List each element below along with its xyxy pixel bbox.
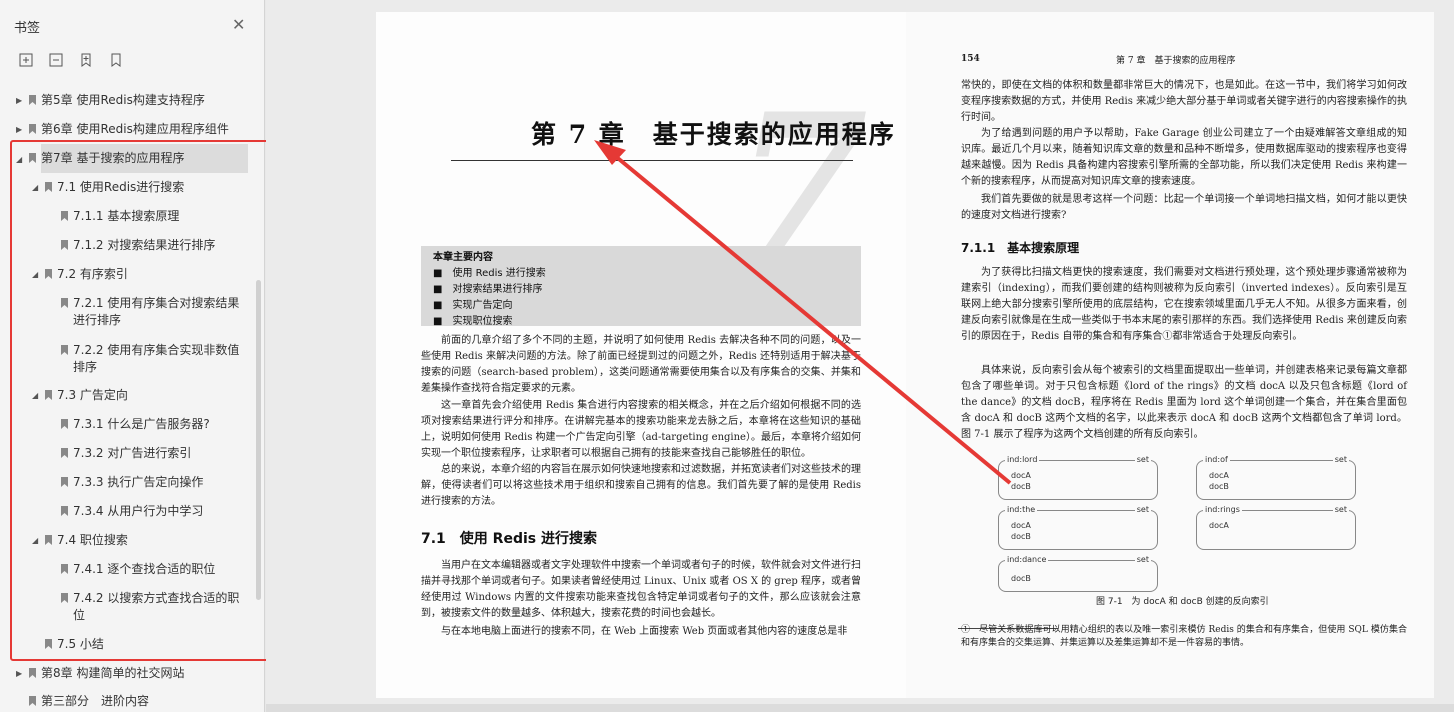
close-icon[interactable]: ✕ xyxy=(232,15,245,34)
toc-item[interactable]: 7.4.2 以搜索方式查找合适的职位 xyxy=(61,590,239,624)
running-head: 第 7 章 基于搜索的应用程序 xyxy=(1116,56,1236,66)
index-set-box: ind:dance set docB xyxy=(998,555,1158,592)
toc-item[interactable]: 7.2.2 使用有序集合实现非数值 排序 xyxy=(61,342,239,376)
toc-item[interactable]: 第三部分 进阶内容 xyxy=(29,693,149,710)
toc-item[interactable]: 7.1.2 对搜索结果进行排序 xyxy=(61,237,215,254)
paragraph: 为了获得比扫描文档更快的搜索速度，我们需要对文档进行预处理，这个预处理步骤通常被… xyxy=(961,267,1407,342)
bookmark-icon xyxy=(29,153,36,163)
status-bar xyxy=(266,704,1454,712)
collapse-arrow-icon[interactable]: ◢ xyxy=(16,151,22,168)
toc-item[interactable]: 7.3.4 从用户行为中学习 xyxy=(61,503,203,520)
toc-item[interactable]: 7.2.1 使用有序集合对搜索结果 进行排序 xyxy=(61,295,239,329)
bookmark-icon xyxy=(61,345,68,355)
paragraph: 为了给遇到问题的用户予以帮助，Fake Garage 创业公司建立了一个由疑难解… xyxy=(961,128,1407,187)
collapse-arrow-icon[interactable]: ◢ xyxy=(32,179,38,196)
divider xyxy=(451,160,853,161)
bookmark-icon xyxy=(45,182,52,192)
bookmark-icon xyxy=(45,269,52,279)
bookmark-icon xyxy=(45,390,52,400)
toc-item[interactable]: 7.3.1 什么是广告服务器? xyxy=(61,416,210,433)
index-set-box: ind:of set docA docB xyxy=(1196,455,1356,500)
bookmark-icon xyxy=(61,564,68,574)
paragraph: 我们首先要做的就是思考这样一个问题：比起一个单词接一个单词地扫描文档，如何才能以… xyxy=(961,194,1407,221)
paragraph: 常快的，即使在文档的体积和数量都非常巨大的情况下，也是如此。在这一节中，我们将学… xyxy=(961,80,1407,123)
summary-item: ■ 实现职位搜索 xyxy=(433,316,513,327)
toc-item[interactable]: ▶ 第6章 使用Redis构建应用程序组件 xyxy=(16,121,229,138)
index-set-box: ind:the set docA docB xyxy=(998,505,1158,550)
collapse-all-icon[interactable] xyxy=(48,52,64,68)
panel-title: 书签 xyxy=(14,21,41,36)
bookmark-icon xyxy=(29,696,36,706)
footnote: ① 尽管关系数据库可以用精心组织的表以及唯一索引来模仿 Redis 的集合和有序… xyxy=(961,625,1407,648)
left-page: 7 第 7 章 基于搜索的应用程序 本章主要内容 ■ 使用 Redis 进行搜索… xyxy=(376,12,906,698)
toolbar xyxy=(18,52,124,68)
bookmark-icon[interactable] xyxy=(108,52,124,68)
chapter-title: 第 7 章 基于搜索的应用程序 xyxy=(531,120,896,149)
collapse-arrow-icon[interactable]: ◢ xyxy=(32,266,38,283)
bookmark-icon xyxy=(61,240,68,250)
collapse-arrow-icon[interactable]: ◢ xyxy=(32,532,38,549)
toc-item[interactable]: ◢ 7.1 使用Redis进行搜索 xyxy=(32,179,184,196)
toc-item[interactable]: ▶ 第8章 构建简单的社交网站 xyxy=(16,665,184,682)
bookmark-icon xyxy=(61,448,68,458)
toc-item[interactable]: ▶ 第5章 使用Redis构建支持程序 xyxy=(16,92,205,109)
chapter-summary: 本章主要内容 ■ 使用 Redis 进行搜索 ■ 对搜索结果进行排序 ■ 实现广… xyxy=(421,246,861,327)
toc-item-selected[interactable]: ◢ 第7章 基于搜索的应用程序 xyxy=(16,144,248,173)
right-page: 154 第 7 章 基于搜索的应用程序 常快的，即使在文档的体积和数量都非常巨大… xyxy=(906,12,1434,698)
bookmark-icon xyxy=(45,535,52,545)
add-bookmark-icon[interactable] xyxy=(78,52,94,68)
bookmark-icon xyxy=(61,593,68,603)
bookmark-icon xyxy=(29,124,36,134)
bookmarks-panel: 书签 ✕ ▶ 第5章 使用Redis构建支持程序 ▶ 第6章 使用Redis构建应用… xyxy=(0,0,273,712)
paragraph: 当用户在文本编辑器或者文字处理软件中搜索一个单词或者句子的时候，软件就会对文件进… xyxy=(421,560,861,619)
toc-item[interactable]: ◢ 7.4 职位搜索 xyxy=(32,532,128,549)
bookmark-icon xyxy=(61,477,68,487)
summary-item: ■ 实现广告定向 xyxy=(433,300,513,311)
summary-item: ■ 对搜索结果进行排序 xyxy=(433,284,543,295)
paragraph: 总的来说，本章介绍的内容旨在展示如何快速地搜索和过滤数据，并拓宽读者们对这些技术… xyxy=(421,464,861,507)
summary-heading: 本章主要内容 xyxy=(433,252,493,263)
document-view: 7 第 7 章 基于搜索的应用程序 本章主要内容 ■ 使用 Redis 进行搜索… xyxy=(266,0,1454,712)
collapse-arrow-icon[interactable]: ◢ xyxy=(32,387,38,404)
expand-all-icon[interactable] xyxy=(18,52,34,68)
index-set-box: ind:rings set docA xyxy=(1196,505,1356,550)
toc-item[interactable]: 7.5 小结 xyxy=(45,636,104,653)
toc-item[interactable]: ◢ 7.3 广告定向 xyxy=(32,387,128,404)
bookmark-icon xyxy=(61,419,68,429)
summary-item: ■ 使用 Redis 进行搜索 xyxy=(433,268,546,279)
toc-item[interactable]: ◢ 7.2 有序索引 xyxy=(32,266,128,283)
paragraph: 这一章首先会介绍使用 Redis 集合进行内容搜索的相关概念，并在之后介绍如何根… xyxy=(421,400,861,459)
expand-arrow-icon[interactable]: ▶ xyxy=(16,121,22,138)
bookmark-icon xyxy=(61,506,68,516)
expand-arrow-icon[interactable]: ▶ xyxy=(16,92,22,109)
toc-item[interactable]: 7.4.1 逐个查找合适的职位 xyxy=(61,561,215,578)
paragraph: 前面的几章介绍了多个不同的主题，并说明了如何使用 Redis 去解决各种不同的问… xyxy=(421,335,861,394)
paragraph: 与在本地电脑上面进行的搜索不同，在 Web 上面搜索 Web 页面或者其他内容的… xyxy=(441,626,848,637)
bookmark-icon xyxy=(45,639,52,649)
bookmark-icon xyxy=(29,668,36,678)
section-heading: 7.1.1 基本搜索原理 xyxy=(961,241,1080,255)
toc-item[interactable]: 7.3.3 执行广告定向操作 xyxy=(61,474,203,491)
bookmark-icon xyxy=(61,211,68,221)
scrollbar[interactable] xyxy=(256,280,261,600)
bookmark-icon xyxy=(61,298,68,308)
section-heading: 7.1 使用 Redis 进行搜索 xyxy=(421,531,597,547)
page-number: 154 xyxy=(961,54,980,64)
toc-item[interactable]: 7.3.2 对广告进行索引 xyxy=(61,445,191,462)
bookmark-icon xyxy=(29,95,36,105)
paragraph: 具体来说，反向索引会从每个被索引的文档里面提取出一些单词，并创建表格来记录每篇文… xyxy=(961,365,1407,440)
index-set-box: ind:lord set docA docB xyxy=(998,455,1158,500)
figure-caption: 图 7-1 为 docA 和 docB 创建的反向索引 xyxy=(1096,597,1269,607)
expand-arrow-icon[interactable]: ▶ xyxy=(16,665,22,682)
toc-item[interactable]: 7.1.1 基本搜索原理 xyxy=(61,208,179,225)
